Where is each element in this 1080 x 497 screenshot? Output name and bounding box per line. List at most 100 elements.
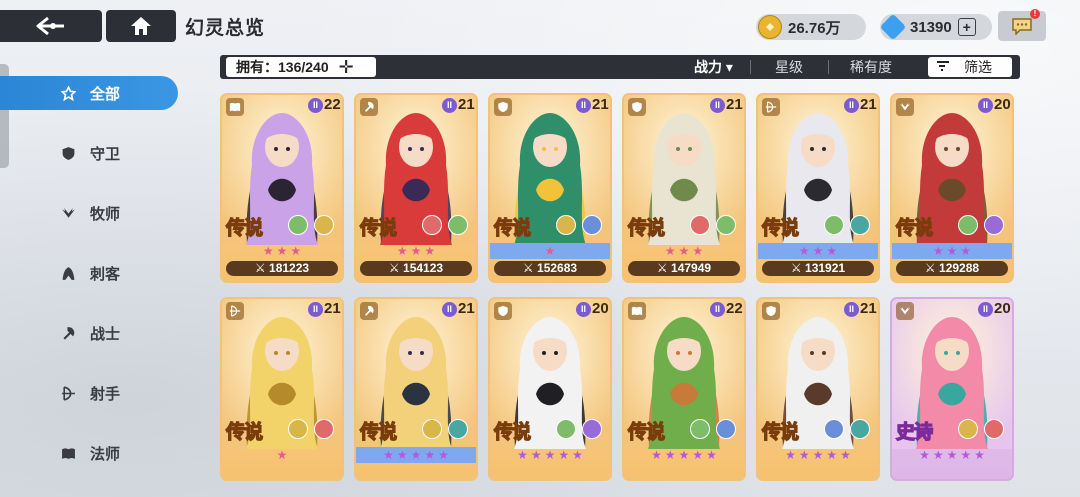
hero-card[interactable]: II 22 传说 ★ ★ ★ ★ ★ — [622, 297, 746, 481]
hero-card[interactable]: II 21 传说 ★ ★ ★ ⚔ 154123 — [354, 93, 478, 283]
sidebar-item-label: 守卫 — [90, 145, 121, 163]
star-rating: ★ — [490, 243, 610, 259]
spiral-icon — [690, 215, 710, 235]
star-icon: ★ — [276, 448, 288, 462]
rarity-label: 传说 — [761, 420, 799, 443]
sidebar-item-5[interactable]: 射手 — [38, 376, 178, 410]
hero-level: 20 — [592, 300, 609, 317]
star-icon: ★ — [932, 244, 944, 258]
gear-icon — [716, 419, 736, 439]
gem-counter: 31390 + — [879, 13, 992, 41]
eye-icon — [984, 215, 1004, 235]
shield-icon — [628, 98, 646, 116]
star-icon: ★ — [262, 244, 274, 258]
sort-rarity[interactable]: 稀有度 — [850, 57, 892, 77]
tier-icon: II — [710, 98, 725, 113]
wings-icon — [288, 419, 308, 439]
star-icon: ★ — [424, 244, 436, 258]
sort-power[interactable]: 战力 ▾ — [694, 57, 733, 77]
rarity-label: 传说 — [895, 216, 933, 239]
filter-button[interactable]: 筛选 — [928, 57, 1012, 77]
star-icon: ★ — [530, 448, 542, 462]
star-icon: ★ — [692, 448, 704, 462]
rarity-label: 传说 — [761, 216, 799, 239]
divider — [750, 60, 751, 74]
hero-card[interactable]: II 22 传说 ★ ★ ★ ⚔ 181223 — [220, 93, 344, 283]
hood-icon — [60, 265, 76, 281]
tier-icon: II — [308, 302, 323, 317]
sidebar-item-label: 刺客 — [90, 265, 121, 283]
star-rating: ★ ★ ★ — [624, 243, 744, 259]
sidebar-item-1[interactable]: 守卫 — [38, 136, 178, 170]
sort-star[interactable]: 星级 — [775, 57, 803, 77]
rarity-label: 传说 — [225, 216, 263, 239]
home-button[interactable] — [106, 10, 176, 42]
power-value: ⚔ 147949 — [628, 261, 740, 276]
owned-count: 拥有：136/240 ✛ — [226, 57, 376, 77]
orb-icon — [850, 215, 870, 235]
sidebar-item-4[interactable]: 战士 — [38, 316, 178, 350]
sidebar-item-label: 全部 — [90, 85, 121, 103]
filter-bar: 拥有：136/240 ✛ 战力 ▾ 星级 稀有度 筛选 — [220, 55, 1020, 79]
star-rating: ★ — [222, 447, 342, 463]
back-button[interactable] — [0, 10, 102, 42]
sidebar-item-0[interactable]: 全部 — [0, 76, 178, 110]
gem-icon — [879, 13, 907, 41]
sidebar-item-3[interactable]: 刺客 — [38, 256, 178, 290]
star-icon: ★ — [960, 448, 972, 462]
power-number: 131921 — [805, 261, 846, 275]
hero-card[interactable]: II 20 史诗 ★ ★ ★ ★ ★ — [890, 297, 1014, 481]
hero-card[interactable]: II 21 传说 ★ ⚔ 152683 — [488, 93, 612, 283]
star-icon: ★ — [678, 244, 690, 258]
star-icon: ★ — [558, 448, 570, 462]
expand-cross-icon[interactable]: ✛ — [339, 58, 354, 76]
rarity-label: 史诗 — [895, 420, 933, 443]
book-icon — [60, 445, 76, 461]
crossed-swords-icon: ⚔ — [790, 261, 806, 275]
hero-card[interactable]: II 21 传说 ★ ★ ★ ⚔ 131921 — [756, 93, 880, 283]
leaf-icon — [556, 419, 576, 439]
tier-icon: II — [844, 302, 859, 317]
book-icon — [628, 302, 646, 320]
chat-bubble-icon — [1012, 18, 1032, 35]
hero-card[interactable]: II 20 传说 ★ ★ ★ ★ ★ — [488, 297, 612, 481]
wings-icon — [556, 215, 576, 235]
wings-icon — [60, 205, 76, 221]
power-value: ⚔ 152683 — [494, 261, 606, 276]
hero-card[interactable]: II 21 传说 ★ ★ ★ ★ ★ — [354, 297, 478, 481]
orb-icon — [448, 419, 468, 439]
star-rating: ★ ★ ★ ★ ★ — [892, 447, 1012, 463]
wings-icon — [896, 98, 914, 116]
spiral-icon — [314, 419, 334, 439]
crossed-swords-icon: ⚔ — [388, 261, 404, 275]
star-icon: ★ — [410, 244, 422, 258]
crossed-swords-icon: ⚔ — [656, 261, 672, 275]
hero-card[interactable]: II 21 传说 ★ ★ ★ ★ ★ — [756, 297, 880, 481]
star-icon: ★ — [664, 448, 676, 462]
star-icon: ★ — [651, 448, 662, 462]
hero-level: 21 — [324, 300, 341, 317]
star-icon: ★ — [396, 244, 408, 258]
add-gems-button[interactable]: + — [957, 18, 976, 36]
chat-button[interactable]: ! — [998, 9, 1046, 41]
star-icon: ★ — [290, 244, 302, 258]
hero-card[interactable]: II 21 传说 ★ ★ ★ ⚔ 147949 — [622, 93, 746, 283]
hero-card[interactable]: II 21 传说 ★ — [220, 297, 344, 481]
shield-icon — [762, 302, 780, 320]
rarity-label: 传说 — [359, 216, 397, 239]
gem-amount: 31390 — [910, 18, 952, 36]
star-rating: ★ ★ ★ — [222, 243, 342, 259]
leaf-icon — [824, 215, 844, 235]
leaf-icon — [690, 419, 710, 439]
hero-card[interactable]: II 20 传说 ★ ★ ★ ⚔ 129288 — [890, 93, 1014, 283]
rarity-label: 传说 — [359, 420, 397, 443]
star-rating: ★ ★ ★ ★ ★ — [758, 447, 878, 463]
axe-icon — [360, 98, 378, 116]
power-value: ⚔ 129288 — [896, 261, 1008, 276]
home-icon — [131, 17, 151, 35]
star-icon: ★ — [692, 244, 704, 258]
page-title: 幻灵总览 — [185, 18, 266, 39]
tier-icon: II — [442, 98, 457, 113]
sidebar-item-6[interactable]: 法师 — [38, 436, 178, 470]
sidebar-item-2[interactable]: 牧师 — [38, 196, 178, 230]
